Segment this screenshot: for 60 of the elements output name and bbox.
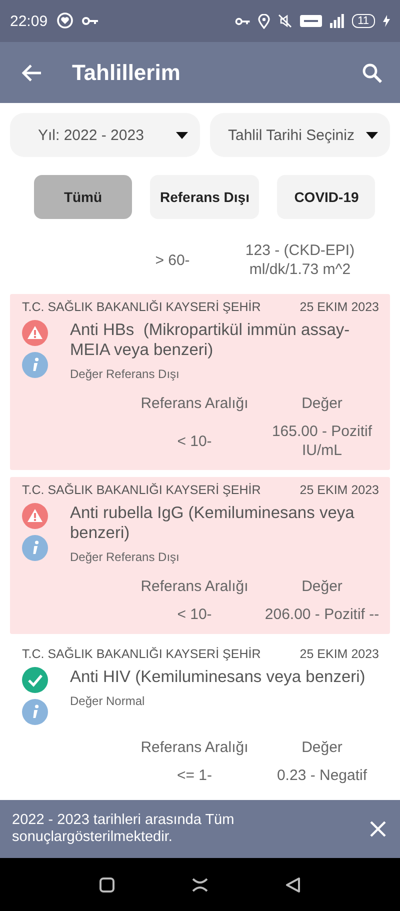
result-status: Değer Referans Dışı xyxy=(70,367,180,381)
filter-chip[interactable]: Referans Dışı xyxy=(150,175,260,219)
warning-icon xyxy=(22,320,48,346)
result-value: 206.00 - Pozitif -- xyxy=(264,605,380,624)
test-name: Anti HIV (Kemiluminesans veya benzeri) xyxy=(70,667,366,687)
search-button[interactable] xyxy=(362,62,382,82)
square-icon xyxy=(98,876,115,892)
result-status: Değer Referans Dışı xyxy=(70,550,180,564)
signal-icon xyxy=(330,14,344,28)
reference-range: <= 1- xyxy=(176,767,212,784)
result-card[interactable]: T.C. SAĞLIK BAKANLIĞI KAYSERİ ŞEHİR 25 EKIM 2023 Anti HBs (Mikropartikül immün assay-MEIA veya benzeri) Değer Referans Dışı Referans Aralığı Değer < 10- 165.00 - Pozitif IU/mL xyxy=(10,294,390,470)
reference-range: < 10- xyxy=(177,606,212,623)
key-icon xyxy=(82,16,98,26)
filter-chip[interactable]: Tümü xyxy=(34,175,132,219)
result-value: 123 - (CKD-EPI) ml/dk/1.73 m^2 xyxy=(244,241,356,279)
result-date: 25 EKIM 2023 xyxy=(300,483,379,497)
close-button[interactable] xyxy=(370,821,386,837)
home-button[interactable] xyxy=(192,876,208,892)
column-header: Değer xyxy=(302,578,342,595)
result-date: 25 EKIM 2023 xyxy=(300,300,379,314)
result-value: 0.23 - Negatif xyxy=(276,766,368,785)
column-header: Değer xyxy=(302,739,342,756)
search-icon xyxy=(362,62,382,82)
location-icon xyxy=(258,14,270,28)
test-name: Anti rubella IgG (Kemiluminesans veya benzeri) xyxy=(70,503,356,543)
close-icon xyxy=(370,821,386,837)
column-header: Referans Aralığı xyxy=(140,395,248,412)
result-status: Değer Normal xyxy=(70,694,146,708)
dropdown-caret-icon xyxy=(366,132,378,138)
snackbar-message: 2022 - 2023 tarihleri arasında Tüm sonuçlargösterilmektedir. xyxy=(12,812,236,846)
result-card[interactable]: T.C. SAĞLIK BAKANLIĞI KAYSERİ ŞEHİR 25 EKIM 2023 Anti rubella IgG (Kemiluminesans veya benzeri) Değer Referans Dışı Referans Aralığı Değer < 10- 206.00 - Pozitif -- xyxy=(10,477,390,634)
charging-icon xyxy=(383,15,390,27)
dropdown[interactable]: Yıl: 2022 - 2023 xyxy=(10,113,200,157)
back-button[interactable] xyxy=(285,876,302,892)
dropdown[interactable]: Tahlil Tarihi Seçiniz xyxy=(210,113,390,157)
mute-icon xyxy=(278,14,292,28)
column-header: Değer xyxy=(302,395,342,412)
test-name: Anti HBs (Mikropartikül immün assay-MEIA veya benzeri) xyxy=(70,320,351,360)
volte-icon xyxy=(300,15,322,27)
triangle-icon xyxy=(285,876,302,892)
recents-button[interactable] xyxy=(98,876,115,892)
screen-title: Tahlillerim xyxy=(72,60,182,86)
chevrons-icon xyxy=(192,876,208,892)
battery-level: 11 xyxy=(352,14,375,28)
filter-chip[interactable]: COVID-19 xyxy=(277,175,376,219)
institution-name: T.C. SAĞLIK BAKANLIĞI KAYSERİ ŞEHİR xyxy=(22,483,261,497)
result-date: 25 EKIM 2023 xyxy=(300,647,379,661)
column-header: Referans Aralığı xyxy=(140,739,248,756)
back-arrow-icon xyxy=(22,64,42,82)
warning-icon xyxy=(22,503,48,529)
reference-range: > 60- xyxy=(155,252,190,268)
institution-name: T.C. SAĞLIK BAKANLIĞI KAYSERİ ŞEHİR xyxy=(22,300,261,314)
dropdown-caret-icon xyxy=(176,132,188,138)
key-icon xyxy=(234,16,250,26)
column-header: Referans Aralığı xyxy=(140,578,248,595)
check-icon xyxy=(22,667,48,693)
institution-name: T.C. SAĞLIK BAKANLIĞI KAYSERİ ŞEHİR xyxy=(22,647,261,661)
clock-time: 22:09 xyxy=(10,12,48,30)
result-value: 165.00 - Pozitif IU/mL xyxy=(270,422,374,460)
reference-range: < 10- xyxy=(177,432,212,450)
